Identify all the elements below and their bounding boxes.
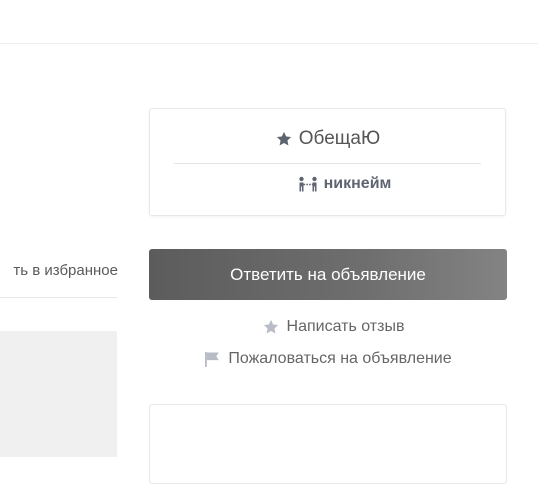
seller-nickname: никнейм (323, 175, 392, 192)
top-header-bar (0, 0, 538, 44)
seller-name: ОбещаЮ (298, 128, 381, 149)
write-review-link[interactable]: Написать отзыв (149, 318, 507, 336)
flag-icon (205, 351, 220, 367)
star-icon (263, 319, 278, 334)
seller-profile-card: ОбещаЮ никнейм (149, 108, 506, 216)
handshake-icon (298, 176, 317, 192)
report-ad-link[interactable]: Пожаловаться на объявление (149, 350, 507, 368)
seller-name-row[interactable]: ОбещаЮ (150, 128, 505, 150)
profile-divider (174, 163, 481, 164)
star-icon (276, 131, 291, 146)
favorites-divider (0, 297, 117, 298)
gallery-placeholder-panel (0, 331, 117, 457)
report-ad-label: Пожаловаться на объявление (228, 350, 452, 367)
reply-to-ad-button[interactable]: Ответить на объявление (149, 249, 507, 300)
info-card (149, 404, 507, 484)
seller-nickname-row: никнейм (150, 175, 505, 193)
add-to-favorites-link[interactable]: ть в избранное (0, 262, 118, 279)
write-review-label: Написать отзыв (286, 318, 405, 335)
